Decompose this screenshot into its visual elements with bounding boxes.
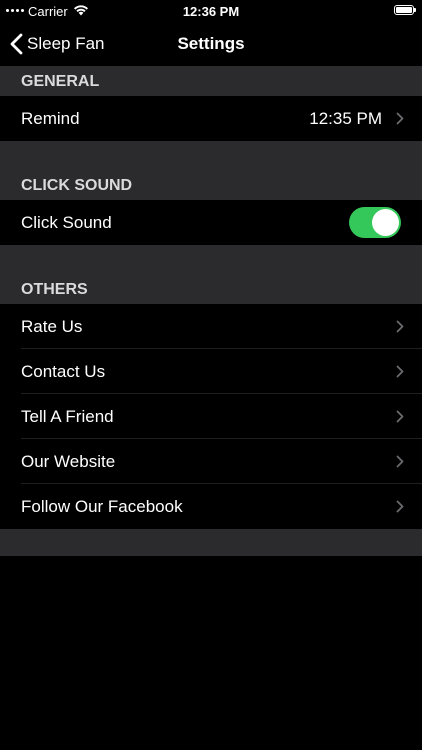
section-header-general: GENERAL <box>0 66 422 96</box>
navigation-bar: Sleep Fan Settings <box>0 22 422 66</box>
section-header-others: OTHERS <box>0 245 422 304</box>
click-sound-row: Click Sound <box>0 200 422 245</box>
chevron-right-icon <box>396 410 404 423</box>
tell-a-friend-row[interactable]: Tell A Friend <box>0 394 422 439</box>
battery-icon <box>394 5 416 15</box>
tell-a-friend-label: Tell A Friend <box>21 407 114 426</box>
section-header-label: CLICK SOUND <box>21 177 133 194</box>
status-time: 12:36 PM <box>182 4 240 19</box>
follow-facebook-label: Follow Our Facebook <box>21 497 183 516</box>
chevron-right-icon <box>396 365 404 378</box>
chevron-right-icon <box>396 500 404 513</box>
click-sound-label: Click Sound <box>21 213 112 232</box>
our-website-row[interactable]: Our Website <box>0 439 422 484</box>
click-sound-toggle[interactable] <box>349 207 401 238</box>
section-header-label: GENERAL <box>21 73 100 90</box>
chevron-left-icon <box>10 33 23 55</box>
rate-us-row[interactable]: Rate Us <box>0 304 422 349</box>
rate-us-label: Rate Us <box>21 317 83 336</box>
back-button-label: Sleep Fan <box>27 34 105 53</box>
back-button[interactable]: Sleep Fan <box>10 22 105 66</box>
follow-facebook-row[interactable]: Follow Our Facebook <box>0 484 422 529</box>
section-header-click-sound: CLICK SOUND <box>0 141 422 200</box>
section-header-label: OTHERS <box>21 281 88 298</box>
section-footer <box>0 529 422 556</box>
chevron-right-icon <box>396 455 404 468</box>
chevron-right-icon <box>396 112 404 125</box>
toggle-knob <box>372 209 399 236</box>
our-website-label: Our Website <box>21 452 116 471</box>
status-bar: Carrier 12:36 PM <box>0 0 422 22</box>
chevron-right-icon <box>396 320 404 333</box>
remind-row[interactable]: Remind 12:35 PM <box>0 96 422 141</box>
remind-time-value: 12:35 PM <box>309 109 382 128</box>
contact-us-row[interactable]: Contact Us <box>0 349 422 394</box>
remind-label: Remind <box>21 109 80 128</box>
contact-us-label: Contact Us <box>21 362 106 381</box>
